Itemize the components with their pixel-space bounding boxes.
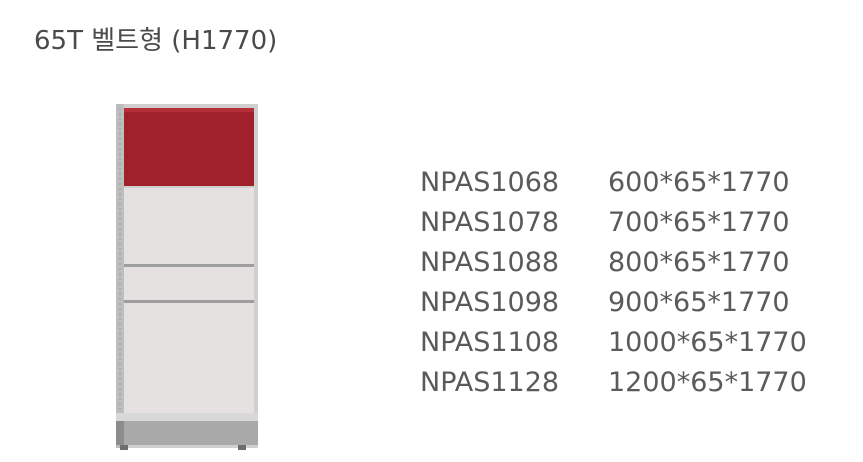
spec-code: NPAS1128: [420, 367, 560, 398]
belt-panel: [124, 267, 254, 300]
spec-dimension: 600*65*1770: [608, 167, 790, 198]
light-bottom-panel: [124, 303, 254, 413]
spec-dimension: 900*65*1770: [608, 287, 790, 318]
spec-row: NPAS1108 1000*65*1770: [420, 323, 807, 363]
partition-panel-image: [110, 100, 262, 452]
panel-base-trim: [116, 413, 258, 421]
spec-code: NPAS1098: [420, 287, 560, 318]
spec-code: NPAS1088: [420, 247, 560, 278]
spec-dimension: 1000*65*1770: [608, 327, 807, 358]
spec-code: NPAS1078: [420, 207, 560, 238]
light-middle-panel: [124, 188, 254, 264]
belt-divider-top: [124, 264, 254, 267]
panel-foot-left: [120, 445, 128, 450]
spec-code: NPAS1068: [420, 167, 560, 198]
spec-row: NPAS1068 600*65*1770: [420, 163, 807, 203]
belt-divider-bottom: [124, 300, 254, 303]
spec-dimension: 800*65*1770: [608, 247, 790, 278]
page-title: 65T 벨트형 (H1770): [34, 26, 278, 56]
panel-foot-right: [238, 445, 246, 450]
spec-row: NPAS1088 800*65*1770: [420, 243, 807, 283]
panel-base: [124, 421, 258, 445]
spec-code: NPAS1108: [420, 327, 560, 358]
spec-dimension: 1200*65*1770: [608, 367, 807, 398]
spec-row: NPAS1128 1200*65*1770: [420, 363, 807, 403]
partition-panel-drawing: [116, 104, 258, 450]
spec-row: NPAS1078 700*65*1770: [420, 203, 807, 243]
spec-list: NPAS1068 600*65*1770 NPAS1078 700*65*177…: [420, 163, 807, 403]
spec-row: NPAS1098 900*65*1770: [420, 283, 807, 323]
spec-dimension: 700*65*1770: [608, 207, 790, 238]
red-top-panel: [124, 108, 254, 186]
panel-post: [116, 104, 124, 448]
